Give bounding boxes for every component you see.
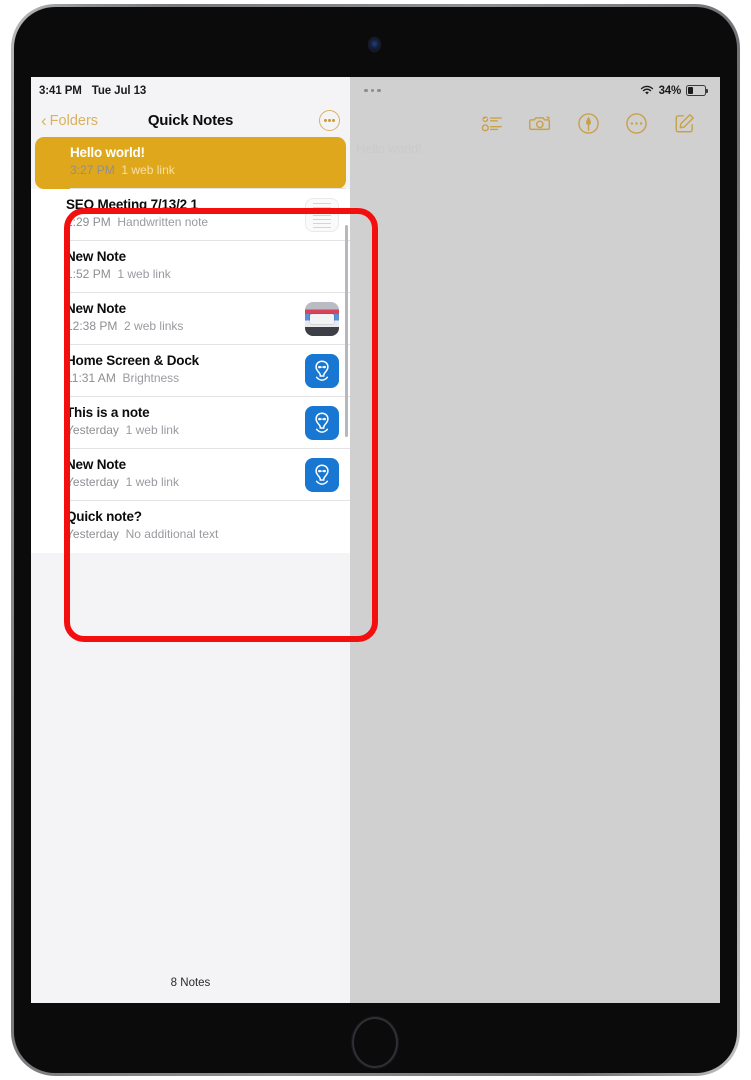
note-title: Quick note? bbox=[66, 509, 142, 524]
dot bbox=[332, 119, 335, 122]
note-time: 3:27 PM bbox=[70, 163, 115, 177]
note-detail: 1 web link bbox=[121, 163, 175, 177]
note-thumbnail-app-icon bbox=[305, 354, 339, 388]
note-list-item[interactable]: Hello world! 3:27 PM 1 web link bbox=[35, 137, 346, 189]
checklist-icon bbox=[481, 115, 502, 131]
guide-mascot-icon bbox=[315, 360, 329, 381]
dot bbox=[328, 119, 331, 122]
note-list-item[interactable]: SEO Meeting 7/13/2 1 2:29 PM Handwritten … bbox=[31, 189, 350, 241]
notes-list-panel: 3:41 PM Tue Jul 13 ‹ Folders Quick Notes… bbox=[31, 77, 350, 1003]
compose-button[interactable] bbox=[673, 112, 696, 135]
note-thumbnail-app-icon bbox=[305, 458, 339, 492]
markup-pen-icon bbox=[578, 112, 599, 134]
battery-fill bbox=[688, 87, 694, 94]
note-detail: Brightness bbox=[122, 371, 180, 385]
note-meta: Yesterday 1 web link bbox=[66, 474, 338, 491]
note-time: Yesterday bbox=[66, 475, 119, 489]
note-list-item[interactable]: This is a note Yesterday 1 web link bbox=[31, 397, 350, 449]
note-detail-panel: 34% Hello world! bbox=[350, 77, 720, 1003]
note-list-item[interactable]: New Note 12:38 PM 2 web links bbox=[31, 293, 350, 345]
note-title: This is a note bbox=[66, 405, 150, 420]
note-list: Hello world! 3:27 PM 1 web link SEO Meetin… bbox=[31, 137, 350, 553]
front-camera-icon bbox=[369, 38, 380, 51]
note-time: Yesterday bbox=[66, 527, 119, 541]
home-button[interactable] bbox=[352, 1017, 398, 1068]
note-thumbnail-app-icon bbox=[305, 406, 339, 440]
note-time: 11:31 AM bbox=[66, 371, 116, 385]
markup-button[interactable] bbox=[577, 112, 600, 135]
note-list-item[interactable]: New Note 1:52 PM 1 web link bbox=[31, 241, 350, 293]
page-title: Quick Notes bbox=[147, 112, 234, 129]
dot bbox=[364, 88, 368, 93]
camera-button[interactable] bbox=[529, 112, 552, 135]
note-time: 12:38 PM bbox=[66, 319, 118, 333]
list-scrollbar[interactable] bbox=[344, 225, 348, 437]
checklist-button[interactable] bbox=[481, 112, 504, 135]
status-date: Tue Jul 13 bbox=[91, 84, 147, 97]
note-toolbar bbox=[350, 104, 720, 142]
notes-nav-bar: ‹ Folders Quick Notes bbox=[31, 104, 350, 137]
note-thumbnail-screenshot bbox=[305, 302, 339, 336]
device-screen: 3:41 PM Tue Jul 13 ‹ Folders Quick Notes… bbox=[31, 77, 720, 1003]
note-list-item[interactable]: Quick note? Yesterday No additional text bbox=[31, 501, 350, 553]
note-meta: Yesterday 1 web link bbox=[66, 422, 338, 439]
note-title: New Note bbox=[66, 457, 126, 472]
guide-mascot-icon bbox=[315, 412, 329, 433]
status-bar-left: 3:41 PM Tue Jul 13 bbox=[31, 77, 350, 104]
status-time: 3:41 PM bbox=[39, 84, 82, 97]
note-meta: 12:38 PM 2 web links bbox=[66, 318, 338, 335]
note-title: Hello world! bbox=[70, 145, 145, 160]
note-time: 1:52 PM bbox=[66, 267, 111, 281]
note-title: Home Screen & Dock bbox=[66, 353, 199, 368]
note-time: 2:29 PM bbox=[66, 215, 111, 229]
note-title: New Note bbox=[66, 249, 126, 264]
ellipsis-circle-icon[interactable] bbox=[319, 110, 340, 131]
note-meta: Yesterday No additional text bbox=[66, 526, 338, 543]
note-thumbnail-handwritten bbox=[305, 198, 339, 232]
notes-count-label: 8 Notes bbox=[170, 977, 211, 989]
note-list-item[interactable]: Home Screen & Dock 11:31 AM Brightness bbox=[31, 345, 350, 397]
compose-icon bbox=[675, 113, 694, 132]
more-button[interactable] bbox=[625, 112, 648, 135]
status-indicators: 34% bbox=[640, 84, 709, 97]
ellipsis-circle-icon bbox=[626, 112, 647, 134]
camera-icon bbox=[529, 116, 551, 130]
dot bbox=[377, 88, 381, 93]
note-detail: No additional text bbox=[125, 527, 219, 541]
battery-percent-label: 34% bbox=[658, 84, 682, 97]
note-meta: 11:31 AM Brightness bbox=[66, 370, 338, 387]
note-title: New Note bbox=[66, 301, 126, 316]
detail-ghost-title: Hello world! bbox=[356, 141, 422, 156]
note-detail: Handwritten note bbox=[117, 215, 209, 229]
note-detail: 1 web link bbox=[117, 267, 171, 281]
battery-icon bbox=[686, 85, 709, 96]
wifi-icon bbox=[640, 85, 653, 95]
guide-mascot-icon bbox=[315, 464, 329, 485]
scribble-icon bbox=[313, 203, 331, 229]
note-title: SEO Meeting 7/13/2 1 bbox=[66, 197, 198, 212]
status-bar-right: 34% bbox=[350, 77, 720, 104]
note-detail: 1 web link bbox=[125, 423, 179, 437]
note-list-item[interactable]: New Note Yesterday 1 web link bbox=[31, 449, 350, 501]
dot bbox=[324, 119, 327, 122]
note-meta: 3:27 PM 1 web link bbox=[70, 162, 334, 179]
note-meta: 2:29 PM Handwritten note bbox=[66, 214, 338, 231]
dot bbox=[370, 88, 374, 93]
note-time: Yesterday bbox=[66, 423, 119, 437]
note-meta: 1:52 PM 1 web link bbox=[66, 266, 338, 283]
note-detail: 1 web link bbox=[125, 475, 179, 489]
multitask-handle-icon[interactable] bbox=[364, 88, 381, 93]
note-detail: 2 web links bbox=[124, 319, 184, 333]
